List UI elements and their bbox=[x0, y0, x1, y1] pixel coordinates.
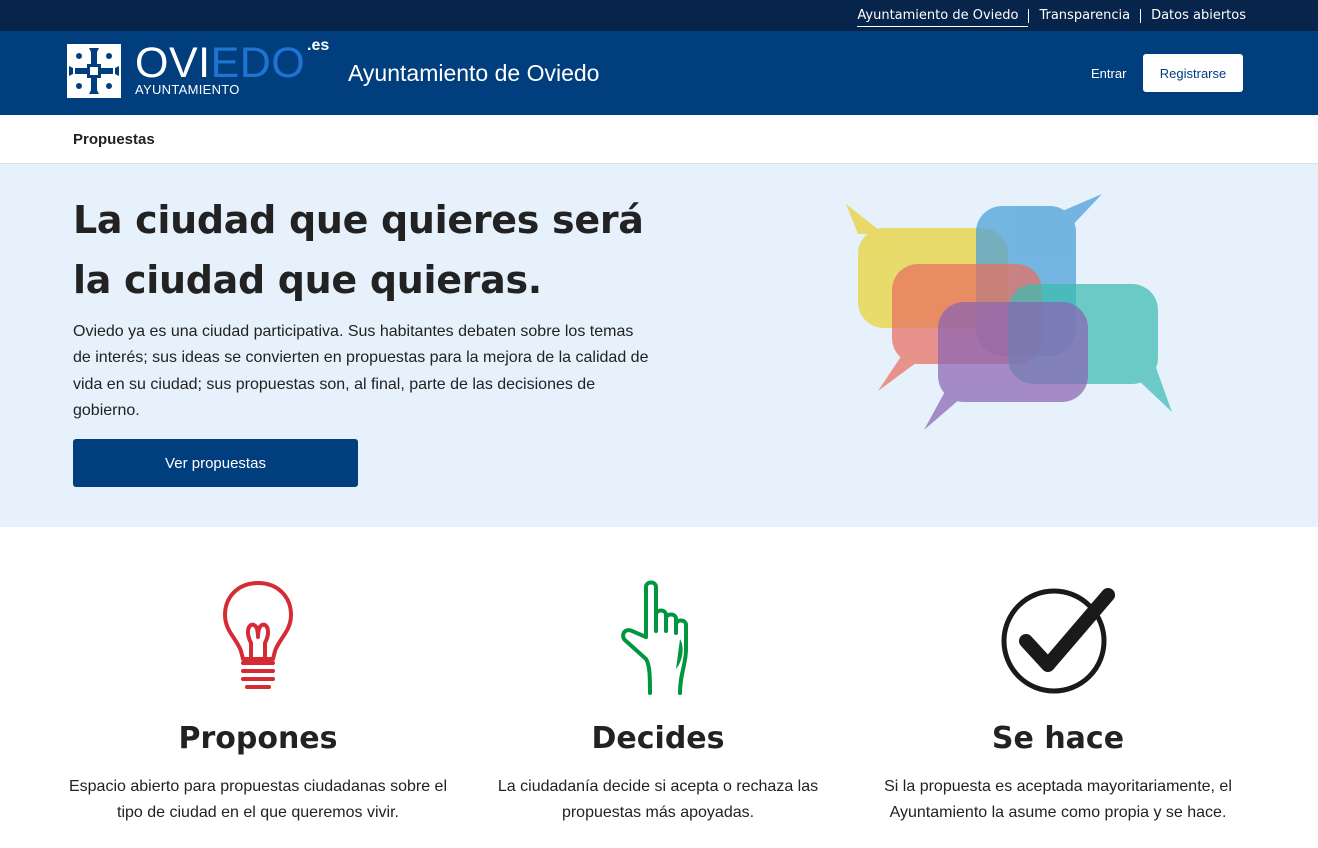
feature-title: Decides bbox=[591, 721, 725, 756]
feature-text: Espacio abierto para propuestas ciudadan… bbox=[68, 778, 448, 821]
hero-section: La ciudad que quieres será la ciudad que… bbox=[0, 164, 1318, 527]
section-nav: Propuestas bbox=[0, 115, 1318, 164]
lightbulb-icon bbox=[221, 579, 295, 699]
topbar-nav: Ayuntamiento de Oviedo Transparencia Dat… bbox=[857, 0, 1246, 31]
pointing-hand-icon bbox=[610, 579, 706, 699]
view-proposals-button[interactable]: Ver propuestas bbox=[73, 439, 358, 487]
site-logo[interactable]: OVIEDO .es AYUNTAMIENTO bbox=[67, 37, 329, 104]
register-button[interactable]: Registrarse bbox=[1143, 54, 1243, 92]
hero-description: Oviedo ya es una ciudad participativa. S… bbox=[73, 323, 649, 419]
coat-of-arms-icon bbox=[67, 44, 121, 98]
topbar-link-datos-abiertos[interactable]: Datos abiertos bbox=[1140, 8, 1246, 23]
feature-title: Propones bbox=[178, 721, 338, 756]
feature-text: La ciudadanía decide si acepta o rechaza… bbox=[497, 778, 819, 821]
topbar-link-ayuntamiento[interactable]: Ayuntamiento de Oviedo bbox=[857, 8, 1029, 27]
login-link[interactable]: Entrar bbox=[1091, 31, 1126, 115]
top-utility-bar: Ayuntamiento de Oviedo Transparencia Dat… bbox=[0, 0, 1318, 31]
site-header: OVIEDO .es AYUNTAMIENTO Ayuntamiento de … bbox=[0, 31, 1318, 115]
logo-suffix: .es bbox=[307, 37, 330, 54]
site-title-wrap: Ayuntamiento de Oviedo bbox=[348, 31, 599, 115]
speech-bubbles-illustration bbox=[846, 194, 1172, 430]
feature-text: Si la propuesta es aceptada mayoritariam… bbox=[884, 778, 1232, 821]
site-title: Ayuntamiento de Oviedo bbox=[348, 59, 600, 86]
hero-title: La ciudad que quieres será la ciudad que… bbox=[73, 198, 644, 302]
checkmark-circle-icon bbox=[998, 579, 1118, 699]
features-section: Propones Espacio abierto para propuestas… bbox=[0, 527, 1318, 848]
nav-item-propuestas[interactable]: Propuestas bbox=[73, 115, 155, 163]
topbar-link-transparencia[interactable]: Transparencia bbox=[1028, 8, 1140, 23]
logo-subtitle: AYUNTAMIENTO bbox=[135, 82, 240, 97]
feature-title: Se hace bbox=[991, 721, 1125, 756]
